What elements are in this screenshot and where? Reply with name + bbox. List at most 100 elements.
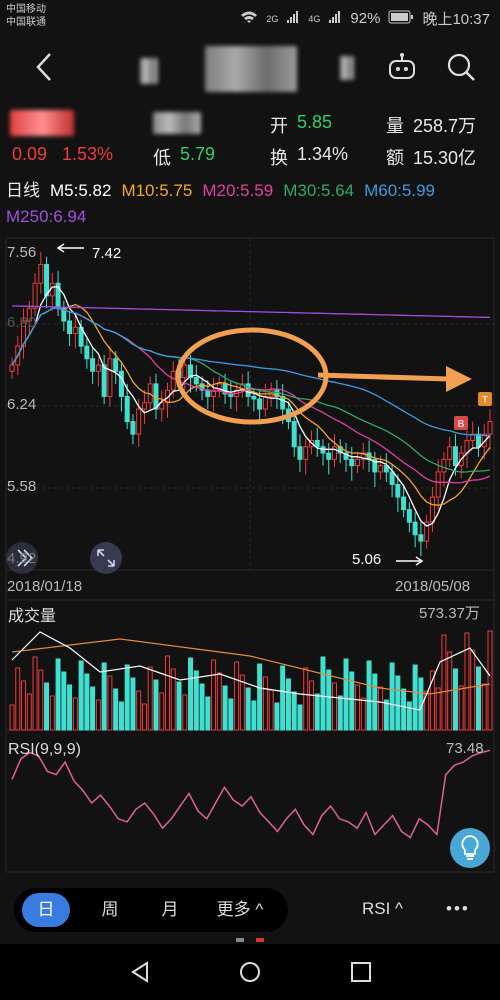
volume-label: 量 [386, 116, 404, 136]
battery-icon [388, 10, 414, 28]
back-triangle-icon[interactable] [128, 960, 152, 984]
candle-body [452, 446, 458, 467]
trade-marker[interactable]: T [478, 392, 492, 406]
candle-body [95, 364, 101, 372]
volume-bar [44, 682, 50, 731]
volume-bar [487, 630, 493, 731]
home-circle-icon[interactable] [238, 960, 262, 984]
kline-chart[interactable]: B T [0, 236, 500, 876]
candle-body [395, 483, 401, 498]
wifi-icon [240, 10, 258, 28]
volume-title: 成交量 [8, 608, 57, 625]
tab-week[interactable]: 周 [90, 888, 130, 932]
system-navigation-bar [0, 944, 500, 1000]
volume-bar [153, 679, 159, 731]
candle-body [412, 521, 418, 536]
volume-bar [389, 662, 395, 731]
annotation-arrow-head [446, 366, 472, 392]
ma10-label: M10:5.75 [121, 181, 193, 200]
volume-bar [78, 660, 84, 731]
tab-more[interactable]: 更多 ^ [206, 888, 274, 932]
candle-body [101, 364, 107, 397]
carrier-1: 中国移动 [6, 4, 46, 15]
recent-apps-square-icon[interactable] [349, 960, 373, 984]
more-menu-button[interactable]: ••• [446, 899, 470, 919]
robot-assistant-button[interactable] [386, 52, 418, 82]
candle-body [441, 458, 447, 473]
volume-bar [118, 701, 124, 731]
clock: 晚上10:37 [422, 11, 490, 28]
volume-bar [262, 676, 268, 731]
volume-bar [136, 690, 142, 731]
y-axis-min: 4.92 [7, 550, 37, 567]
low-label: 低 [153, 148, 171, 168]
volume-bar [355, 684, 361, 731]
candle-body [475, 433, 481, 448]
candle-body [113, 358, 119, 372]
volume-bars [9, 630, 493, 731]
m20-line [11, 307, 491, 484]
volume-bar [90, 686, 96, 731]
tab-day[interactable]: 日 [22, 893, 70, 927]
candle-body [32, 282, 38, 309]
volume-bar [216, 672, 222, 731]
m10-line [11, 304, 491, 506]
indicator-selector[interactable]: RSI ^ [362, 899, 403, 919]
blurred-price [10, 110, 74, 136]
volume-ma-orange [11, 638, 491, 695]
candle-body [262, 395, 268, 410]
blurred-high [153, 112, 201, 134]
candle-body [297, 446, 303, 460]
candle-body [107, 358, 113, 397]
candle-body [251, 395, 257, 400]
annotation-arrow-shaft [317, 372, 449, 382]
blurred-icon [340, 56, 354, 80]
volume-bar [26, 693, 32, 731]
volume-bar [464, 632, 470, 731]
back-arrow-icon [36, 53, 51, 81]
volume-bar [164, 655, 170, 731]
start-date: 2018/01/18 [7, 578, 83, 595]
signal-icon-2 [328, 10, 342, 28]
volume-bar [107, 675, 113, 731]
volume-bar [291, 691, 297, 731]
volume-bar [401, 688, 407, 731]
candle-body [141, 402, 147, 410]
expand-chart-button[interactable] [90, 542, 122, 574]
candle-body [435, 471, 441, 498]
low-marker-arrow [396, 556, 424, 566]
tab-month[interactable]: 月 [150, 888, 190, 932]
signal-icon-1 [286, 10, 300, 28]
volume-bar [337, 695, 343, 731]
high-marker-arrow [56, 243, 84, 253]
candle-body [90, 358, 96, 372]
search-button[interactable] [446, 52, 478, 82]
volume-bar [406, 701, 412, 731]
page-indicator-dot [236, 938, 244, 942]
volume-bar [95, 699, 101, 731]
candle-body [280, 395, 286, 410]
candle-body [9, 364, 15, 372]
back-button[interactable] [30, 50, 60, 84]
open-value: 5.85 [297, 112, 333, 132]
volume-bar [239, 674, 245, 731]
rsi-title[interactable]: RSI(9,9,9) [8, 741, 81, 759]
volume-bar [130, 677, 136, 731]
candle-body [447, 446, 453, 460]
volume-bar [228, 698, 234, 731]
candle-body [291, 421, 297, 448]
candle-body [326, 452, 332, 460]
candle-body [124, 395, 130, 423]
candle-body [389, 471, 395, 485]
price-change-pct: 1.53% [62, 144, 114, 164]
volume-bar [188, 657, 194, 731]
candle-body [349, 458, 355, 467]
top-nav-bar [0, 36, 500, 98]
status-bar: 中国移动 中国联通 2G 4G 92% 晚上10:37 [0, 0, 500, 36]
volume-bar [38, 669, 44, 731]
tips-button[interactable] [450, 828, 490, 868]
candle-body [193, 377, 199, 385]
volume-bar [332, 682, 338, 731]
volume-bar [49, 695, 55, 731]
buy-marker[interactable]: B [454, 416, 468, 430]
